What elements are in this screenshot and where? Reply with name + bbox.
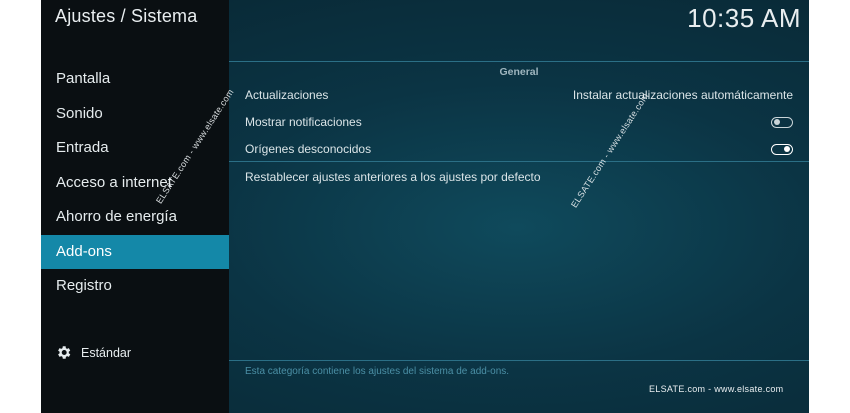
setting-label: Restablecer ajustes anteriores a los aju… [245,170,541,184]
setting-mostrar-notificaciones[interactable]: Mostrar notificaciones [245,112,793,132]
sidebar-item-registro[interactable]: Registro [41,269,229,304]
sidebar-item-acceso-internet[interactable]: Acceso a internet [41,166,229,201]
settings-level-button[interactable]: Estándar [55,344,131,361]
watermark-text: ELSATE.com - www.elsate.com [649,384,784,394]
setting-label: Mostrar notificaciones [245,115,362,129]
setting-actualizaciones[interactable]: Actualizaciones Instalar actualizaciones… [245,85,793,105]
sidebar-menu: Pantalla Sonido Entrada Acceso a interne… [41,62,229,304]
setting-value: Instalar actualizaciones automáticamente [572,88,793,102]
sidebar: Ajustes / Sistema Pantalla Sonido Entrad… [41,0,229,413]
settings-panel: General Actualizaciones Instalar actuali… [229,0,809,413]
setting-origenes-desconocidos[interactable]: Orígenes desconocidos [245,139,793,159]
divider [229,61,809,62]
settings-level-label: Estándar [81,345,132,360]
setting-restablecer[interactable]: Restablecer ajustes anteriores a los aju… [245,167,793,187]
gear-icon [55,344,72,361]
kodi-screen: Ajustes / Sistema Pantalla Sonido Entrad… [41,0,809,413]
setting-label: Orígenes desconocidos [245,142,372,156]
toggle-switch-on[interactable] [771,143,793,155]
page-title: Ajustes / Sistema [55,6,198,26]
sidebar-item-pantalla[interactable]: Pantalla [41,62,229,97]
toggle-switch-off[interactable] [771,116,793,128]
sidebar-item-add-ons[interactable]: Add-ons [41,234,229,269]
sidebar-item-ahorro-energia[interactable]: Ahorro de energía [41,200,229,235]
setting-label: Actualizaciones [245,88,329,102]
divider [229,360,809,361]
group-title: General [499,66,539,78]
divider [229,161,809,162]
category-description: Esta categoría contiene los ajustes del … [245,366,510,377]
